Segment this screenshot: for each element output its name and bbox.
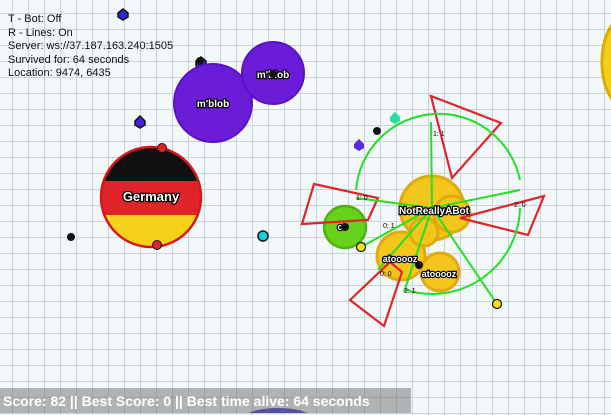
player-label: atooooz xyxy=(383,254,418,264)
line-label: 2: 1 xyxy=(404,288,416,295)
food-pellet xyxy=(355,241,367,253)
food-pellet xyxy=(157,143,167,153)
line-label: 1: 1 xyxy=(433,131,445,138)
germany-label: Germany xyxy=(123,189,180,204)
food-pellet xyxy=(67,233,75,241)
line-label: 0: 1 xyxy=(383,223,395,230)
bot-status: T - Bot: Off xyxy=(8,13,62,25)
food-pellet xyxy=(257,230,269,242)
food-pellet xyxy=(269,70,277,78)
food-pellet xyxy=(196,57,204,65)
location-readout: Location: 9474, 6435 xyxy=(8,67,111,79)
mblob-large-label: m'blob xyxy=(197,99,229,110)
food-pellet xyxy=(152,240,162,250)
line-label: 2: 0 xyxy=(514,202,526,209)
food-pellet xyxy=(354,139,364,151)
server-address: Server: ws://37.187.163.240:1505 xyxy=(8,40,174,52)
score-bar: Score: 82 || Best Score: 0 || Best time … xyxy=(0,388,411,413)
line-label: 1: 0 xyxy=(356,195,368,202)
food-pellet xyxy=(491,298,503,310)
lines-status: R - Lines: On xyxy=(8,26,73,39)
food-pellet xyxy=(341,223,349,231)
line-label: 0: 0 xyxy=(380,271,392,278)
food-pellet xyxy=(390,112,400,124)
survived-time: Survived for: 64 seconds xyxy=(8,53,130,66)
player-label: atooooz xyxy=(422,269,457,279)
hud-info: T - Bot: Off R - Lines: On Server: ws://… xyxy=(8,13,173,81)
food-pellet xyxy=(373,127,381,135)
edge-yellow-cell xyxy=(600,23,611,101)
player-main-label: NotReallyABot xyxy=(399,206,470,217)
food-pellet xyxy=(134,114,146,129)
